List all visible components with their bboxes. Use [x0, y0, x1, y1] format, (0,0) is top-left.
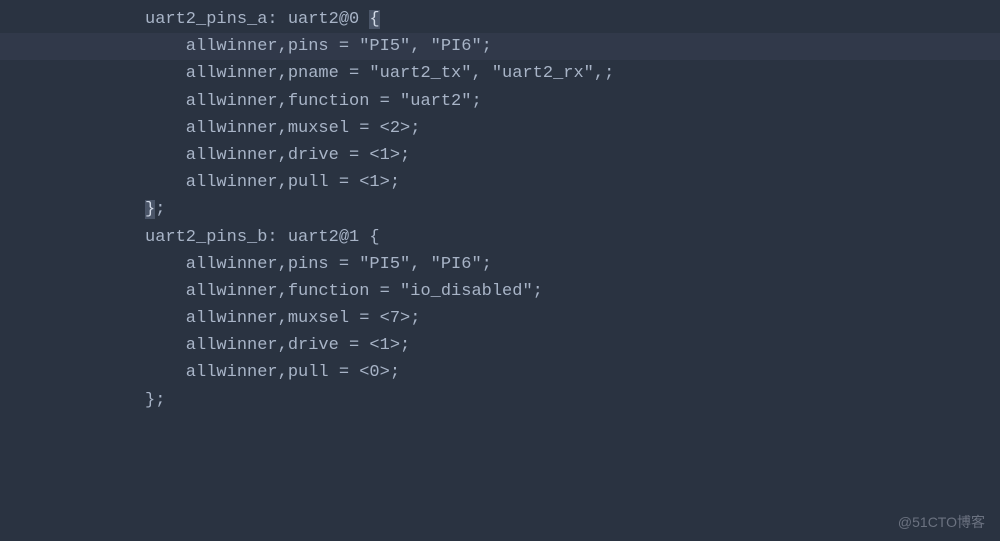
watermark-text: @51CTO博客: [898, 511, 985, 533]
code-line-16: };: [0, 387, 1000, 414]
open-brace-highlight: {: [369, 10, 379, 29]
code-line-8: };: [0, 196, 1000, 223]
close-brace-highlight: }: [145, 200, 155, 219]
code-line-10: uart2_pins_b: uart2@1 {: [0, 224, 1000, 251]
code-line-13: allwinner,muxsel = <7>;: [0, 305, 1000, 332]
code-line-11: allwinner,pins = "PI5", "PI6";: [0, 251, 1000, 278]
label-declaration: uart2_pins_a: uart2@0: [145, 10, 369, 29]
code-line-12: allwinner,function = "io_disabled";: [0, 278, 1000, 305]
code-editor: uart2_pins_a: uart2@0 { allwinner,pins =…: [0, 0, 1000, 414]
code-line-1: uart2_pins_a: uart2@0 {: [0, 6, 1000, 33]
code-line-2-highlighted: allwinner,pins = "PI5", "PI6";: [0, 33, 1000, 60]
code-line-5: allwinner,muxsel = <2>;: [0, 115, 1000, 142]
code-line-3: allwinner,pname = "uart2_tx", "uart2_rx"…: [0, 60, 1000, 87]
code-line-15: allwinner,pull = <0>;: [0, 359, 1000, 386]
code-line-4: allwinner,function = "uart2";: [0, 88, 1000, 115]
code-line-6: allwinner,drive = <1>;: [0, 142, 1000, 169]
code-line-7: allwinner,pull = <1>;: [0, 169, 1000, 196]
code-line-14: allwinner,drive = <1>;: [0, 332, 1000, 359]
